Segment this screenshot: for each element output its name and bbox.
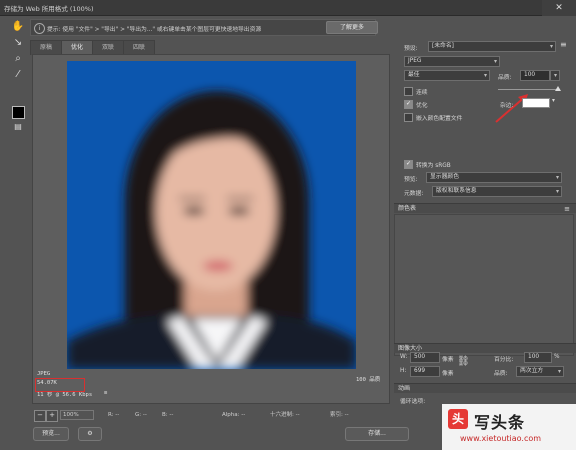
watermark-url: www.xietoutiao.com	[460, 434, 542, 443]
zoom-level-select[interactable]: 100%	[60, 410, 94, 420]
color-table-header: 颜色表 ≡	[394, 203, 576, 213]
quality-level-select[interactable]: 最佳 ▾	[404, 70, 490, 81]
chevron-down-icon: ▾	[555, 188, 559, 195]
site-watermark: 头 写头条 www.xietoutiao.com	[442, 404, 576, 450]
red-value: R: --	[108, 412, 120, 418]
percent-input[interactable]: 100	[524, 352, 552, 363]
zoom-out-button[interactable]: −	[34, 410, 46, 422]
color-table-label: 颜色表	[398, 205, 417, 212]
height-label: H:	[400, 368, 407, 374]
view-tabs: 原稿 优化 双联 四联	[30, 40, 390, 55]
tab-optimized[interactable]: 优化	[61, 40, 93, 55]
optimized-checkbox[interactable]: ✓	[404, 100, 413, 109]
eyedropper-tool-icon[interactable]: ⁄	[11, 68, 25, 82]
green-value: G: --	[135, 412, 147, 418]
tab-2-up[interactable]: 双联	[92, 40, 124, 55]
color-table[interactable]: ⊕ ◎ ⊟ ⊡ ▣ ▦	[394, 214, 574, 356]
tab-4-up[interactable]: 四联	[123, 40, 155, 55]
portrait-photo	[67, 61, 356, 369]
resample-value: 两次立方	[520, 368, 544, 374]
eyedropper-color-swatch[interactable]	[12, 106, 25, 119]
preview-menu-icon[interactable]: ≡	[104, 390, 107, 396]
percent-unit: %	[554, 354, 560, 360]
progressive-label: 连续	[416, 90, 428, 96]
link-icon[interactable]: ⛓	[457, 356, 470, 367]
toggle-slices-icon[interactable]: ▤	[11, 120, 25, 134]
zoom-in-button[interactable]: +	[46, 410, 58, 422]
zoom-tool-icon[interactable]: ⌕	[11, 52, 25, 66]
quality-level-value: 最佳	[408, 72, 420, 78]
preview-image[interactable]	[67, 61, 356, 369]
height-input[interactable]: 699	[410, 366, 440, 377]
alpha-value: Alpha: --	[222, 412, 246, 418]
matte-color-swatch[interactable]	[522, 98, 550, 108]
window-title: 存储为 Web 所用格式 (100%)	[4, 5, 94, 13]
width-unit: 像素	[442, 357, 454, 363]
format-select[interactable]: JPEG ▾	[404, 56, 500, 67]
tab-original[interactable]: 原稿	[30, 40, 62, 55]
preview-color-value: 显示器颜色	[430, 174, 459, 180]
width-input[interactable]: 500	[410, 352, 440, 363]
width-label: W:	[400, 354, 408, 360]
preview-quality: 100 品质	[356, 377, 381, 383]
chevron-down-icon: ▾	[493, 58, 497, 65]
resample-select[interactable]: 两次立方 ▾	[516, 366, 564, 377]
percent-label: 百分比:	[494, 357, 514, 363]
convert-srgb-label: 转换为 sRGB	[416, 163, 451, 169]
index-value: 索引: --	[330, 412, 349, 418]
preview-color-select[interactable]: 显示器颜色 ▾	[426, 172, 562, 183]
animation-header: 动画	[394, 383, 576, 393]
preset-select[interactable]: [未命名] ▾	[428, 41, 556, 52]
metadata-select[interactable]: 版权和联系信息 ▾	[432, 186, 562, 197]
optimized-label: 优化	[416, 103, 428, 109]
preview-button[interactable]: 预览...	[33, 427, 69, 441]
title-bar: 存储为 Web 所用格式 (100%) ✕	[0, 0, 576, 16]
preview-format: JPEG	[37, 371, 51, 377]
progressive-checkbox[interactable]	[404, 87, 413, 96]
chevron-down-icon: ▾	[483, 72, 487, 79]
chevron-down-icon: ▾	[553, 72, 557, 79]
watermark-text: 写头条	[474, 413, 526, 432]
preset-value: [未命名]	[432, 43, 454, 49]
loop-options-label: 循环选项:	[400, 399, 426, 405]
info-icon: i	[34, 23, 45, 34]
slice-select-tool-icon[interactable]: ↘	[11, 36, 25, 50]
toolbox: ✋ ↘ ⌕ ⁄ ▤	[8, 20, 28, 131]
metadata-label: 元数据:	[404, 191, 424, 197]
hand-tool-icon[interactable]: ✋	[11, 20, 25, 34]
matte-label: 杂边:	[500, 103, 514, 109]
settings-panel: 预设: [未命名] ▾ ≡ JPEG ▾ 最佳 ▾ 品质: 100 ▾ 连续 ✓ 优化…	[394, 36, 576, 450]
embed-profile-checkbox[interactable]	[404, 113, 413, 122]
preview-color-label: 预览:	[404, 177, 418, 183]
quality-label: 品质:	[498, 75, 512, 81]
export-tip: 提示: 使用 "文件" > "导出" > "导出为..." 或右键单击某个图层可…	[47, 27, 262, 33]
blue-value: B: --	[162, 412, 174, 418]
chevron-down-icon: ▾	[549, 43, 553, 50]
quality-slider-track[interactable]	[498, 89, 558, 90]
learn-more-button[interactable]: 了解更多	[326, 21, 378, 34]
browser-icon[interactable]: ⚙	[78, 427, 102, 441]
panel-menu-icon[interactable]: ≡	[560, 40, 567, 49]
image-size-label: 图像大小	[398, 345, 423, 352]
metadata-value: 版权和联系信息	[436, 188, 477, 194]
quality-input[interactable]: 100	[520, 70, 550, 81]
close-button[interactable]: ✕	[542, 0, 576, 16]
chevron-down-icon: ▾	[555, 174, 559, 181]
chevron-down-icon: ▾	[557, 368, 561, 375]
hex-value: 十六进制: --	[270, 412, 300, 418]
preset-label: 预设:	[404, 46, 418, 52]
quality-dropdown[interactable]: ▾	[550, 70, 560, 81]
embed-profile-label: 嵌入颜色配置文件	[416, 116, 463, 122]
convert-srgb-checkbox[interactable]: ✓	[404, 160, 413, 169]
annotation-box	[35, 378, 85, 392]
format-value: JPEG	[408, 58, 422, 64]
info-bar: i 提示: 使用 "文件" > "导出" > "导出为..." 或右键单击某个图…	[30, 19, 376, 36]
status-bar: − + 100% R: -- G: -- B: -- Alpha: -- 十六进…	[30, 409, 392, 422]
watermark-logo: 头	[448, 409, 468, 429]
height-unit: 像素	[442, 371, 454, 377]
chevron-down-icon[interactable]: ▾	[552, 98, 555, 104]
panel-menu-icon[interactable]: ≡	[564, 204, 570, 214]
resample-label: 品质:	[494, 371, 508, 377]
animation-label: 动画	[398, 385, 411, 392]
